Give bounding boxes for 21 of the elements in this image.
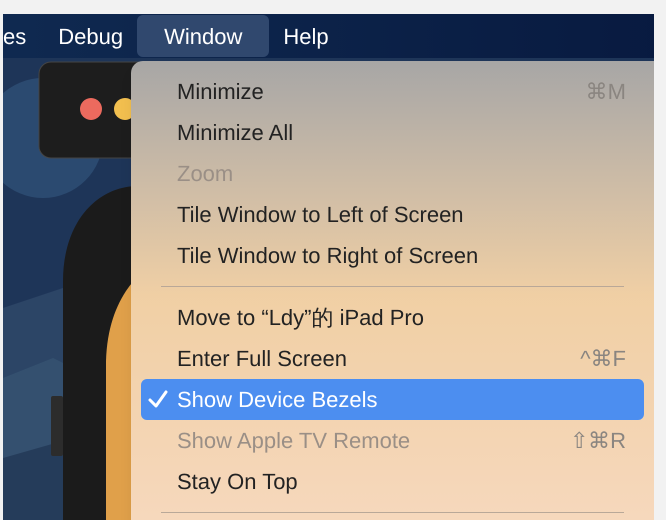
menu-item[interactable]: Move to “Ldy”的 iPad Pro: [141, 297, 644, 338]
menu-bar-item[interactable]: Help: [269, 15, 343, 57]
menu-item[interactable]: Tile Window to Left of Screen: [141, 194, 644, 235]
keyboard-shortcut: ^⌘F: [580, 345, 626, 373]
keyboard-shortcut: ⇧⌘R: [570, 427, 626, 455]
menu-item[interactable]: Minimize All: [141, 112, 644, 153]
menu-bar-item[interactable]: Debug: [44, 15, 138, 57]
menu-item-label: Show Device Bezels: [177, 386, 378, 414]
menu-item-label: Tile Window to Left of Screen: [177, 201, 464, 229]
menu-item[interactable]: Enter Full Screen ^⌘F: [141, 338, 644, 379]
menu-item-label: Move to “Ldy”的 iPad Pro: [177, 304, 424, 332]
menu-item-label: Enter Full Screen: [177, 345, 347, 373]
menu-item[interactable]: Stay On Top: [141, 461, 644, 502]
menu-item-label: Minimize All: [177, 119, 294, 147]
menu-item-label: Stay On Top: [177, 468, 298, 496]
menu-item-label: Minimize: [177, 78, 264, 106]
menu-item-label: Show Apple TV Remote: [177, 427, 410, 455]
menu-bar-item[interactable]: es: [3, 15, 44, 57]
menu-item[interactable]: Tile Window to Right of Screen: [141, 235, 644, 276]
menu-item-label: Tile Window to Right of Screen: [177, 242, 478, 270]
menu-bar-item[interactable]: Window: [137, 15, 270, 57]
